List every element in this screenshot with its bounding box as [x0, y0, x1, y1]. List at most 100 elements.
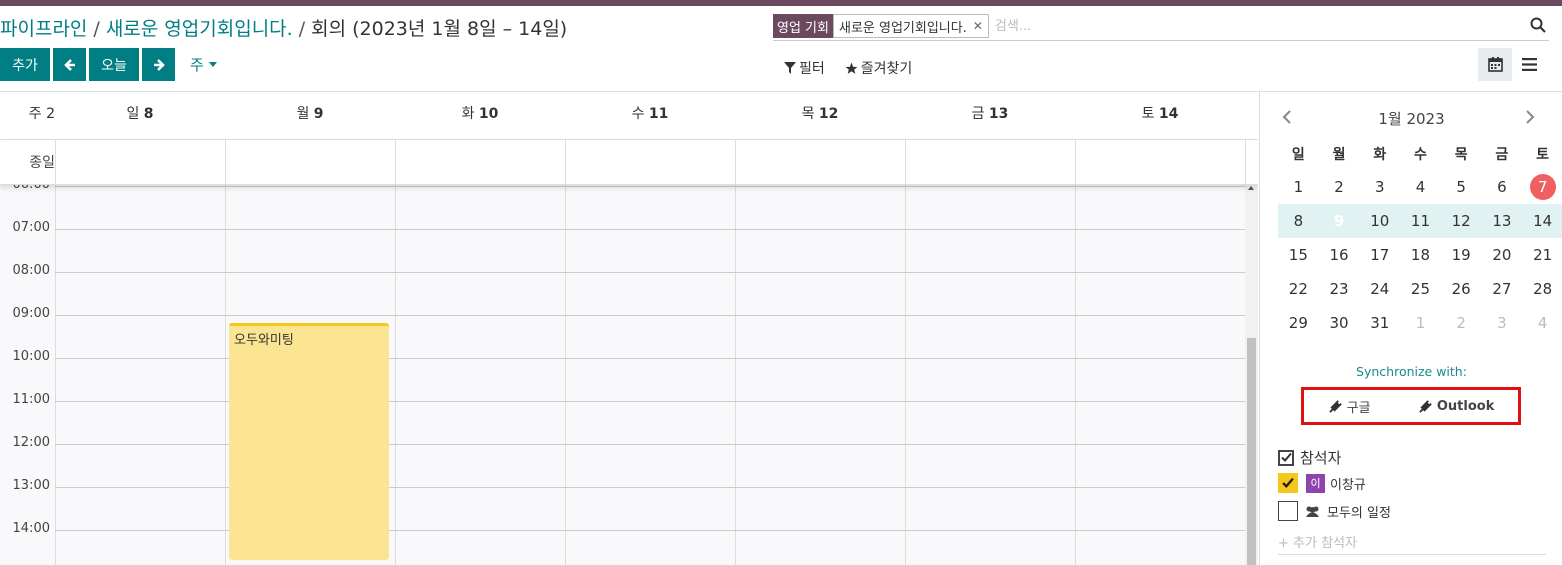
mini-day[interactable]: 22 — [1278, 272, 1319, 306]
mini-day[interactable]: 14 — [1522, 204, 1562, 238]
add-attendee-input[interactable]: + 추가 참석자 — [1278, 532, 1546, 555]
mini-day[interactable]: 28 — [1522, 272, 1562, 306]
time-grid[interactable]: 06:00 07:00 08:00 09:00 10:00 11:00 12:0… — [0, 177, 1258, 565]
mini-day[interactable]: 10 — [1359, 204, 1401, 238]
breadcrumb: 파이프라인 / 새로운 영업기회입니다. / 회의 (2023년 1월 8일 – 14일… — [0, 14, 567, 41]
mini-day[interactable]: 21 — [1522, 238, 1562, 272]
caret-down-icon — [208, 62, 217, 67]
mini-day[interactable]: 26 — [1441, 272, 1482, 306]
mini-day[interactable]: 16 — [1319, 238, 1360, 272]
search-panel-options: 필터 즐겨찾기 — [784, 58, 932, 78]
calendar-view-button[interactable] — [1478, 48, 1512, 81]
attendee-checkbox[interactable] — [1278, 473, 1298, 493]
sync-outlook-button[interactable]: Outlook — [1418, 399, 1494, 414]
time-label: 13:00 — [12, 478, 50, 493]
mini-day[interactable]: 13 — [1481, 204, 1523, 238]
column-divider — [1075, 184, 1076, 565]
mini-day[interactable]: 20 — [1482, 238, 1523, 272]
chevron-right-icon[interactable] — [1525, 110, 1535, 124]
sync-buttons-highlight: 구글 Outlook — [1301, 387, 1521, 425]
mini-day-next-month[interactable]: 3 — [1482, 306, 1523, 340]
weekday-header: 수 — [1414, 147, 1427, 163]
mini-day-today[interactable]: 7 — [1522, 170, 1562, 204]
mini-day[interactable]: 11 — [1400, 204, 1441, 238]
favorites-label: 즐겨찾기 — [860, 61, 913, 77]
search-icon[interactable] — [1529, 16, 1547, 34]
mini-day[interactable]: 12 — [1440, 204, 1482, 238]
everyone-checkbox[interactable] — [1278, 501, 1298, 521]
time-label: 07:00 — [12, 220, 50, 235]
mini-day[interactable]: 25 — [1400, 272, 1441, 306]
column-divider — [1245, 140, 1246, 184]
calendar-event[interactable]: 오두와미팅 — [229, 323, 389, 560]
search-input[interactable] — [992, 14, 1549, 38]
column-divider — [735, 184, 736, 565]
day-name: 월 — [296, 106, 310, 122]
mini-day-selected[interactable]: 9 — [1318, 204, 1360, 238]
mini-day[interactable]: 17 — [1359, 238, 1400, 272]
attendee-row[interactable]: 이 이창규 — [1278, 473, 1366, 493]
mini-day[interactable]: 8 — [1278, 204, 1319, 238]
mini-day[interactable]: 18 — [1400, 238, 1441, 272]
previous-button[interactable] — [53, 48, 86, 81]
mini-day-next-month[interactable]: 1 — [1400, 306, 1441, 340]
facet-value: 새로운 영업기회입니다. ✕ — [832, 14, 989, 38]
mini-day[interactable]: 31 — [1359, 306, 1400, 340]
sync-google-button[interactable]: 구글 — [1328, 397, 1371, 416]
mini-day[interactable]: 30 — [1319, 306, 1360, 340]
mini-day[interactable]: 19 — [1441, 238, 1482, 272]
everyone-row[interactable]: 모두의 일정 — [1278, 501, 1391, 521]
view-switcher — [1478, 48, 1546, 81]
arrow-right-icon — [153, 58, 165, 71]
day-name: 토 — [1141, 106, 1155, 122]
mini-day[interactable]: 5 — [1441, 170, 1482, 204]
breadcrumb-pipeline[interactable]: 파이프라인 — [0, 18, 87, 40]
mini-day[interactable]: 1 — [1278, 170, 1319, 204]
check-icon — [1280, 452, 1292, 462]
day-header-thu[interactable]: 목 12 — [735, 92, 905, 139]
day-header-sat[interactable]: 토 14 — [1075, 92, 1245, 139]
calendar-scrollbar[interactable] — [1245, 184, 1258, 565]
day-header-wed[interactable]: 수 11 — [565, 92, 735, 139]
mini-day[interactable]: 15 — [1278, 238, 1319, 272]
favorites-button[interactable]: 즐겨찾기 — [845, 58, 913, 78]
scrollbar-thumb[interactable] — [1247, 338, 1256, 565]
day-header-mon[interactable]: 월 9 — [225, 92, 395, 139]
scroll-up-icon[interactable] — [1248, 186, 1254, 190]
top-brand-bar — [0, 0, 1562, 6]
column-divider — [395, 184, 396, 565]
remove-facet-icon[interactable]: ✕ — [973, 19, 983, 33]
day-header-fri[interactable]: 금 13 — [905, 92, 1075, 139]
mini-day[interactable]: 2 — [1319, 170, 1360, 204]
time-label: 11:00 — [12, 392, 50, 407]
mini-day[interactable]: 3 — [1359, 170, 1400, 204]
sync-google-label: 구글 — [1346, 400, 1371, 416]
attendees-checkbox[interactable] — [1278, 449, 1294, 466]
mini-day-next-month[interactable]: 2 — [1441, 306, 1482, 340]
day-number: 8 — [143, 106, 154, 122]
list-view-button[interactable] — [1512, 48, 1546, 81]
scale-dropdown[interactable]: 주 — [190, 54, 217, 75]
add-button[interactable]: 추가 — [0, 48, 50, 81]
next-button[interactable] — [142, 48, 175, 81]
mini-day-next-month[interactable]: 4 — [1522, 306, 1562, 340]
all-day-row[interactable]: 종일 — [0, 140, 1258, 185]
column-divider — [55, 184, 56, 565]
mini-calendar-title: 1월 2023 — [1378, 110, 1445, 128]
facet-value-label: 새로운 영업기회입니다. — [838, 20, 967, 36]
day-header-row: 주 2 일 8 월 9 화 10 수 11 목 12 금 13 토 14 — [0, 92, 1258, 140]
day-header-tue[interactable]: 화 10 — [395, 92, 565, 139]
mini-day[interactable]: 27 — [1482, 272, 1523, 306]
mini-day[interactable]: 23 — [1319, 272, 1360, 306]
mini-day[interactable]: 6 — [1482, 170, 1523, 204]
mini-day[interactable]: 4 — [1400, 170, 1441, 204]
today-button[interactable]: 오늘 — [89, 48, 139, 81]
mini-day[interactable]: 24 — [1359, 272, 1400, 306]
mini-day[interactable]: 29 — [1278, 306, 1319, 340]
filter-button[interactable]: 필터 — [784, 58, 825, 78]
breadcrumb-opportunity[interactable]: 새로운 영업기회입니다. — [106, 18, 293, 40]
hour-line — [55, 186, 1245, 187]
calendar-controls: 추가 오늘 주 — [0, 48, 217, 81]
day-header-sun[interactable]: 일 8 — [55, 92, 225, 139]
avatar: 이 — [1306, 473, 1325, 493]
